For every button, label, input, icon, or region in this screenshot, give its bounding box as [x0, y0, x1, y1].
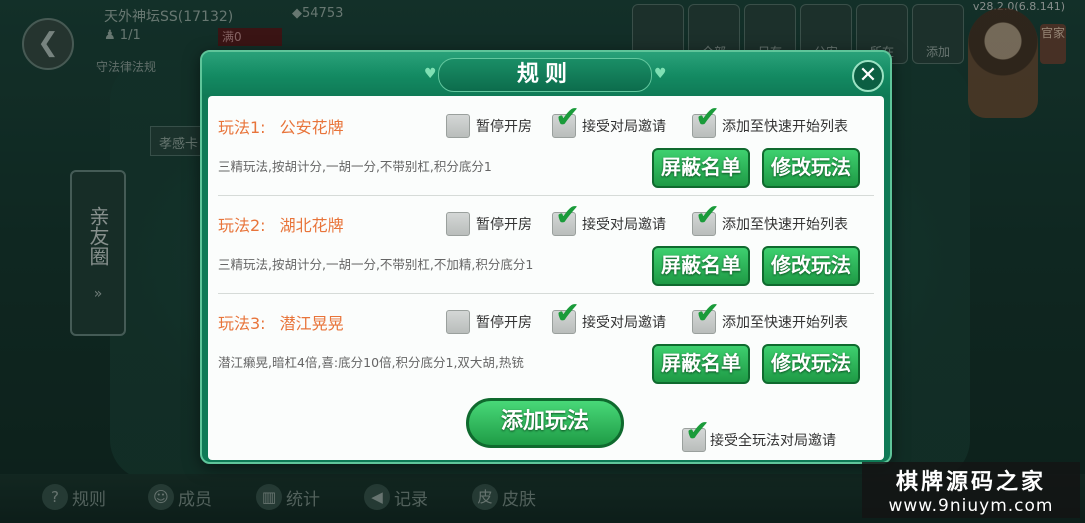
quick-start-checkbox[interactable]: ✔ 添加至快速开始列表	[692, 299, 848, 334]
rule-title: 玩法1: 公安花牌	[218, 114, 344, 138]
check-icon: ✔	[695, 100, 721, 135]
close-button[interactable]: ✕	[852, 60, 884, 92]
quick-start-checkbox[interactable]: ✔ 添加至快速开始列表	[692, 201, 848, 236]
rule-name: 公安花牌	[279, 118, 344, 137]
rule-index: 玩法1:	[218, 118, 266, 137]
add-rule-button[interactable]: 添加玩法	[466, 398, 624, 448]
check-icon: ✔	[695, 198, 721, 233]
rules-dialog: ♥ 规则 ♥ ✕ 玩法1: 公安花牌 暂停开房 ✔ 接受对局邀请 ✔ 添加至快速开始列…	[200, 50, 892, 464]
quick-start-label: 添加至快速开始列表	[722, 315, 848, 331]
check-icon: ✔	[555, 296, 581, 331]
checkbox-box	[446, 114, 470, 138]
accept-all-checkbox[interactable]: ✔ 接受全玩法对局邀请	[682, 417, 836, 452]
modify-rule-button[interactable]: 修改玩法	[762, 344, 860, 384]
watermark-url: www.9niuym.com	[888, 496, 1054, 516]
block-list-button[interactable]: 屏蔽名单	[652, 148, 750, 188]
close-icon: ✕	[858, 63, 878, 88]
quick-start-checkbox[interactable]: ✔ 添加至快速开始列表	[692, 103, 848, 138]
accept-label: 接受对局邀请	[582, 119, 666, 135]
rule-row: 玩法3: 潜江晃晃 暂停开房 ✔ 接受对局邀请 ✔ 添加至快速开始列表 潜江癞晃,暗杠…	[218, 296, 874, 392]
checkbox-box: ✔	[692, 103, 720, 138]
accept-all-label: 接受全玩法对局邀请	[710, 433, 836, 449]
rule-description: 潜江癞晃,暗杠4倍,喜:底分10倍,积分底分1,双大胡,热铳	[218, 355, 524, 370]
rule-name: 湖北花牌	[279, 216, 344, 235]
rule-index: 玩法2:	[218, 216, 266, 235]
quick-start-label: 添加至快速开始列表	[722, 119, 848, 135]
rule-row: 玩法1: 公安花牌 暂停开房 ✔ 接受对局邀请 ✔ 添加至快速开始列表 三精玩法,按胡…	[218, 100, 874, 196]
rule-row: 玩法2: 湖北花牌 暂停开房 ✔ 接受对局邀请 ✔ 添加至快速开始列表 三精玩法,按胡…	[218, 198, 874, 294]
rule-title: 玩法2: 湖北花牌	[218, 212, 344, 236]
checkbox-box: ✔	[692, 201, 720, 236]
accept-checkbox[interactable]: ✔ 接受对局邀请	[552, 201, 666, 236]
accept-label: 接受对局邀请	[582, 315, 666, 331]
dialog-header: ♥ 规则 ♥ ✕	[202, 52, 890, 96]
pause-label: 暂停开房	[476, 119, 532, 135]
checkbox-box: ✔	[552, 299, 580, 334]
quick-start-label: 添加至快速开始列表	[722, 217, 848, 233]
heart-ornament-icon: ♥	[424, 66, 437, 82]
checkbox-box: ✔	[552, 201, 580, 236]
check-icon: ✔	[695, 296, 721, 331]
rule-description: 三精玩法,按胡计分,一胡一分,不带别杠,积分底分1	[218, 159, 492, 174]
check-icon: ✔	[685, 414, 711, 449]
checkbox-box: ✔	[692, 299, 720, 334]
heart-ornament-icon: ♥	[654, 66, 667, 82]
block-list-button[interactable]: 屏蔽名单	[652, 344, 750, 384]
pause-label: 暂停开房	[476, 217, 532, 233]
rule-description: 三精玩法,按胡计分,一胡一分,不带别杠,不加精,积分底分1	[218, 257, 534, 272]
watermark-title: 棋牌源码之家	[895, 470, 1046, 495]
pause-checkbox[interactable]: 暂停开房	[446, 212, 532, 236]
accept-label: 接受对局邀请	[582, 217, 666, 233]
pause-checkbox[interactable]: 暂停开房	[446, 310, 532, 334]
checkbox-box: ✔	[682, 417, 710, 452]
modify-rule-button[interactable]: 修改玩法	[762, 246, 860, 286]
watermark: 棋牌源码之家 www.9niuym.com	[862, 462, 1080, 518]
block-list-button[interactable]: 屏蔽名单	[652, 246, 750, 286]
checkbox-box	[446, 310, 470, 334]
checkbox-box	[446, 212, 470, 236]
check-icon: ✔	[555, 100, 581, 135]
checkbox-box: ✔	[552, 103, 580, 138]
pause-label: 暂停开房	[476, 315, 532, 331]
rule-title: 玩法3: 潜江晃晃	[218, 310, 344, 334]
accept-checkbox[interactable]: ✔ 接受对局邀请	[552, 299, 666, 334]
rule-name: 潜江晃晃	[279, 314, 344, 333]
accept-checkbox[interactable]: ✔ 接受对局邀请	[552, 103, 666, 138]
pause-checkbox[interactable]: 暂停开房	[446, 114, 532, 138]
dialog-body: 玩法1: 公安花牌 暂停开房 ✔ 接受对局邀请 ✔ 添加至快速开始列表 三精玩法,按胡…	[208, 96, 884, 460]
rule-index: 玩法3:	[218, 314, 266, 333]
dialog-title: 规则	[438, 58, 652, 92]
check-icon: ✔	[555, 198, 581, 233]
modify-rule-button[interactable]: 修改玩法	[762, 148, 860, 188]
